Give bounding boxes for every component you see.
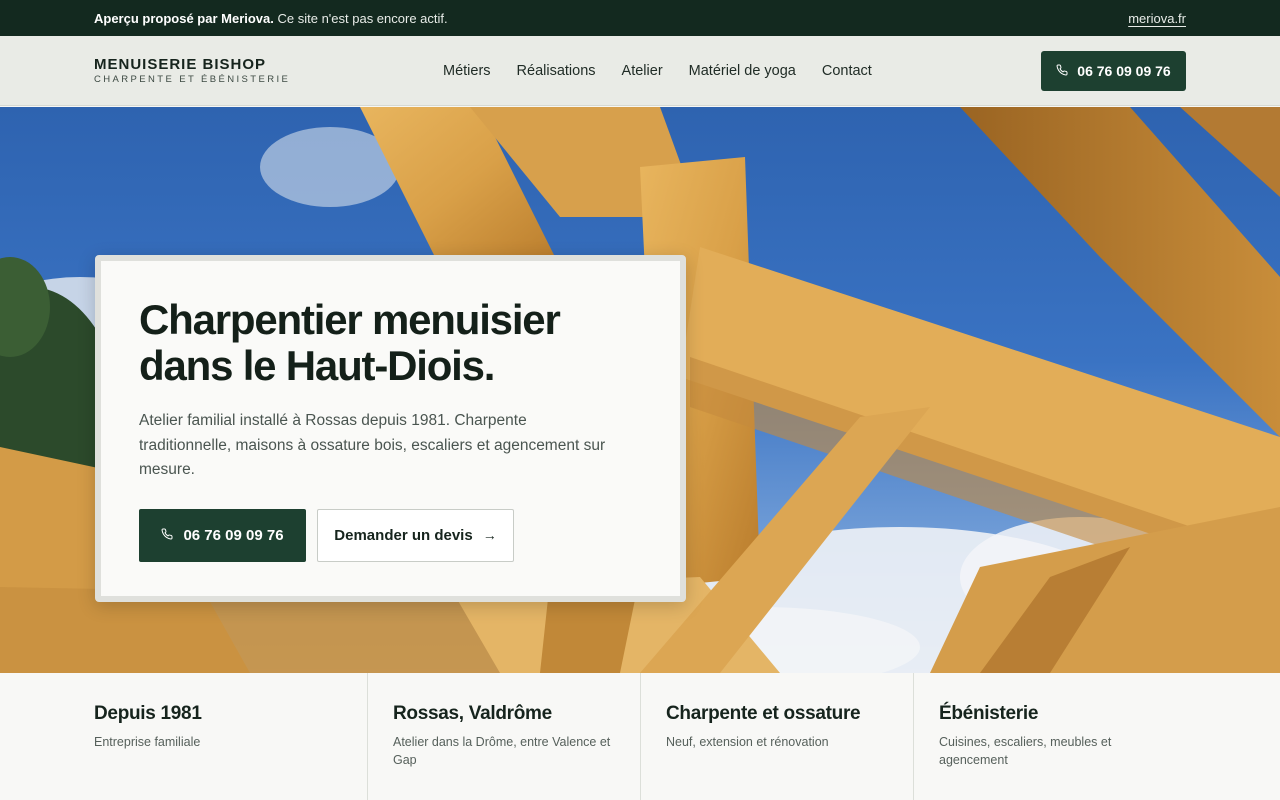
preview-banner: Aperçu proposé par Meriova. Ce site n'es… — [0, 0, 1280, 36]
preview-message-strong: Aperçu proposé par Meriova. — [94, 10, 274, 26]
phone-icon — [1056, 63, 1068, 79]
feature-item: Ébénisterie Cuisines, escaliers, meubles… — [914, 673, 1280, 800]
nav-item-metiers[interactable]: Métiers — [443, 63, 491, 79]
hero-phone-label: 06 76 09 09 76 — [183, 526, 284, 544]
hero-card: Charpentier menuisier dans le Haut-Diois… — [95, 255, 686, 602]
features-strip: Depuis 1981 Entreprise familiale Rossas,… — [0, 673, 1280, 800]
feature-text: Entreprise familiale — [94, 735, 201, 749]
feature-text: Atelier dans la Drôme, entre Valence et … — [393, 735, 611, 767]
brand-name: MENUISERIE BISHOP — [94, 56, 267, 73]
feature-title: Rossas, Valdrôme — [393, 703, 552, 724]
hero-title: Charpentier menuisier dans le Haut-Diois… — [139, 296, 561, 389]
feature-item: Depuis 1981 Entreprise familiale — [0, 673, 368, 800]
nav-item-contact[interactable]: Contact — [822, 63, 872, 79]
brand-logo[interactable]: MENUISERIE BISHOP CHARPENTE ET ÉBÉNISTER… — [94, 56, 394, 85]
preview-message: Aperçu proposé par Meriova. Ce site n'es… — [94, 11, 448, 26]
quote-request-button[interactable]: Demander un devis → — [317, 508, 514, 562]
feature-text: Neuf, extension et rénovation — [666, 735, 829, 749]
feature-title: Charpente et ossature — [666, 703, 861, 724]
header-phone-label: 06 76 09 09 76 — [1077, 62, 1171, 79]
arrow-right-icon: → — [482, 527, 497, 543]
preview-message-rest: Ce site n'est pas encore actif. — [273, 10, 448, 26]
feature-item: Rossas, Valdrôme Atelier dans la Drôme, … — [368, 673, 641, 800]
feature-text: Cuisines, escaliers, meubles et agenceme… — [939, 735, 1112, 767]
nav-item-atelier[interactable]: Atelier — [622, 63, 663, 79]
feature-title: Depuis 1981 — [94, 703, 202, 724]
brand-tagline: CHARPENTE ET ÉBÉNISTERIE — [94, 74, 291, 85]
main-nav: Métiers Réalisations Atelier Matériel de… — [443, 63, 872, 79]
site-header: MENUISERIE BISHOP CHARPENTE ET ÉBÉNISTER… — [0, 36, 1280, 106]
meriova-link[interactable]: meriova.fr — [1128, 11, 1186, 26]
quote-request-label: Demander un devis — [334, 526, 473, 544]
hero-description: Atelier familial installé à Rossas depui… — [139, 412, 606, 478]
feature-title: Ébénisterie — [939, 703, 1039, 724]
header-phone-button[interactable]: 06 76 09 09 76 — [1041, 50, 1186, 91]
nav-item-realisations[interactable]: Réalisations — [517, 63, 596, 79]
hero-section: Charpentier menuisier dans le Haut-Diois… — [0, 107, 1280, 673]
feature-item: Charpente et ossature Neuf, extension et… — [641, 673, 914, 800]
hero-phone-button[interactable]: 06 76 09 09 76 — [139, 508, 306, 562]
hero-actions: 06 76 09 09 76 Demander un devis → — [139, 508, 642, 562]
phone-icon — [161, 527, 173, 544]
nav-item-materiel-yoga[interactable]: Matériel de yoga — [689, 63, 796, 79]
